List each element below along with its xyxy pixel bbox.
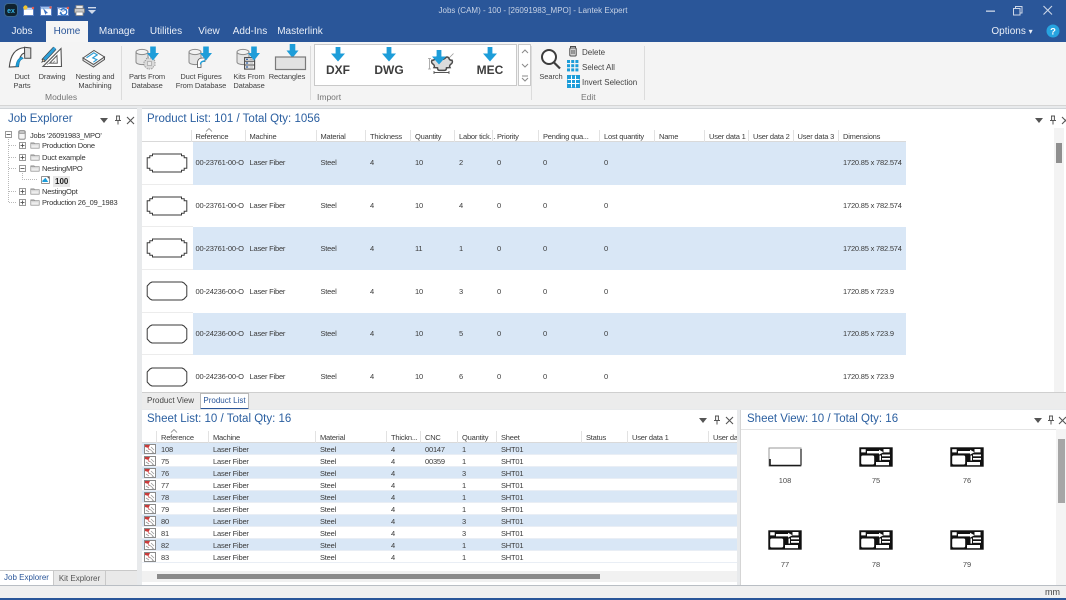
svg-text:?: ? [1050,27,1056,38]
